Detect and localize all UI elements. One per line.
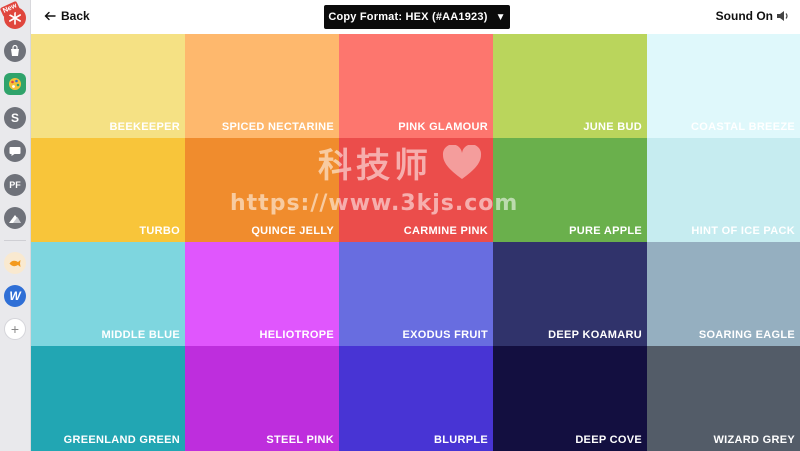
- swatch-name: QUINCE JELLY: [251, 225, 334, 237]
- back-label: Back: [61, 9, 90, 23]
- swatch-name: EXODUS FRUIT: [402, 329, 488, 341]
- bag-icon[interactable]: [4, 40, 26, 62]
- sound-label: Sound On: [715, 9, 773, 23]
- swatch-name: MIDDLE BLUE: [101, 329, 180, 341]
- swatch-name: BEEKEEPER: [109, 121, 180, 133]
- s-icon[interactable]: S: [4, 107, 26, 129]
- color-swatch-grid: BEEKEEPER SPICED NECTARINE PINK GLAMOUR JUN…: [31, 34, 800, 451]
- swatch-name: DEEP KOAMARU: [548, 329, 642, 341]
- plus-icon[interactable]: +: [4, 318, 26, 340]
- arrow-left-icon: [44, 11, 56, 21]
- swatch-name: HELIOTROPE: [259, 329, 334, 341]
- color-swatch[interactable]: PINK GLAMOUR: [339, 34, 493, 138]
- sidebar-divider: [4, 240, 26, 241]
- app-sidebar: New S PF W +: [0, 0, 31, 451]
- chat-icon[interactable]: [4, 140, 26, 162]
- swatch-name: HINT OF ICE PACK: [691, 225, 795, 237]
- color-swatch[interactable]: WIZARD GREY: [647, 346, 800, 451]
- copy-format-label: Copy Format: HEX (#AA1923): [328, 11, 488, 23]
- color-swatch[interactable]: SPICED NECTARINE: [185, 34, 339, 138]
- color-swatch[interactable]: JUNE BUD: [493, 34, 647, 138]
- swatch-name: TURBO: [139, 225, 180, 237]
- swatch-name: STEEL PINK: [266, 434, 334, 446]
- swatch-name: BLURPLE: [433, 434, 488, 446]
- color-swatch[interactable]: DEEP KOAMARU: [493, 242, 647, 346]
- color-swatch[interactable]: EXODUS FRUIT: [339, 242, 493, 346]
- mountain-icon[interactable]: [4, 207, 26, 229]
- color-swatch[interactable]: STEEL PINK: [185, 346, 339, 451]
- swatch-name: COASTAL BREEZE: [690, 121, 795, 133]
- top-bar: Back Copy Format: HEX (#AA1923) ▼ Sound …: [31, 0, 800, 34]
- color-swatch[interactable]: DEEP COVE: [493, 346, 647, 451]
- swatch-name: PINK GLAMOUR: [398, 121, 488, 133]
- swatch-name: SOARING EAGLE: [698, 329, 795, 341]
- swatch-name: WIZARD GREY: [713, 434, 795, 446]
- swatch-name: CARMINE PINK: [403, 225, 488, 237]
- back-button[interactable]: Back: [44, 9, 90, 23]
- swatch-name: JUNE BUD: [583, 121, 642, 133]
- color-swatch[interactable]: PURE APPLE: [493, 138, 647, 242]
- fish-icon[interactable]: [4, 252, 26, 274]
- color-swatch[interactable]: HELIOTROPE: [185, 242, 339, 346]
- palette-icon[interactable]: [4, 73, 26, 95]
- color-swatch[interactable]: MIDDLE BLUE: [31, 242, 185, 346]
- color-swatch[interactable]: QUINCE JELLY: [185, 138, 339, 242]
- speaker-icon: [777, 11, 788, 21]
- pf-icon[interactable]: PF: [4, 174, 26, 196]
- swatch-name: DEEP COVE: [575, 434, 642, 446]
- color-swatch[interactable]: SOARING EAGLE: [647, 242, 800, 346]
- color-swatch[interactable]: CARMINE PINK: [339, 138, 493, 242]
- w-icon[interactable]: W: [4, 285, 26, 307]
- color-swatch[interactable]: BLURPLE: [339, 346, 493, 451]
- swatch-name: SPICED NECTARINE: [221, 121, 334, 133]
- copy-format-dropdown[interactable]: Copy Format: HEX (#AA1923) ▼: [324, 5, 510, 29]
- color-swatch[interactable]: HINT OF ICE PACK: [647, 138, 800, 242]
- sound-toggle[interactable]: Sound On: [716, 9, 790, 23]
- color-swatch[interactable]: GREENLAND GREEN: [31, 346, 185, 451]
- swatch-name: PURE APPLE: [569, 225, 642, 237]
- color-swatch[interactable]: COASTAL BREEZE: [647, 34, 800, 138]
- swatch-name: GREENLAND GREEN: [63, 434, 180, 446]
- color-swatch[interactable]: BEEKEEPER: [31, 34, 185, 138]
- caret-down-icon: ▼: [495, 11, 506, 23]
- color-swatch[interactable]: TURBO: [31, 138, 185, 242]
